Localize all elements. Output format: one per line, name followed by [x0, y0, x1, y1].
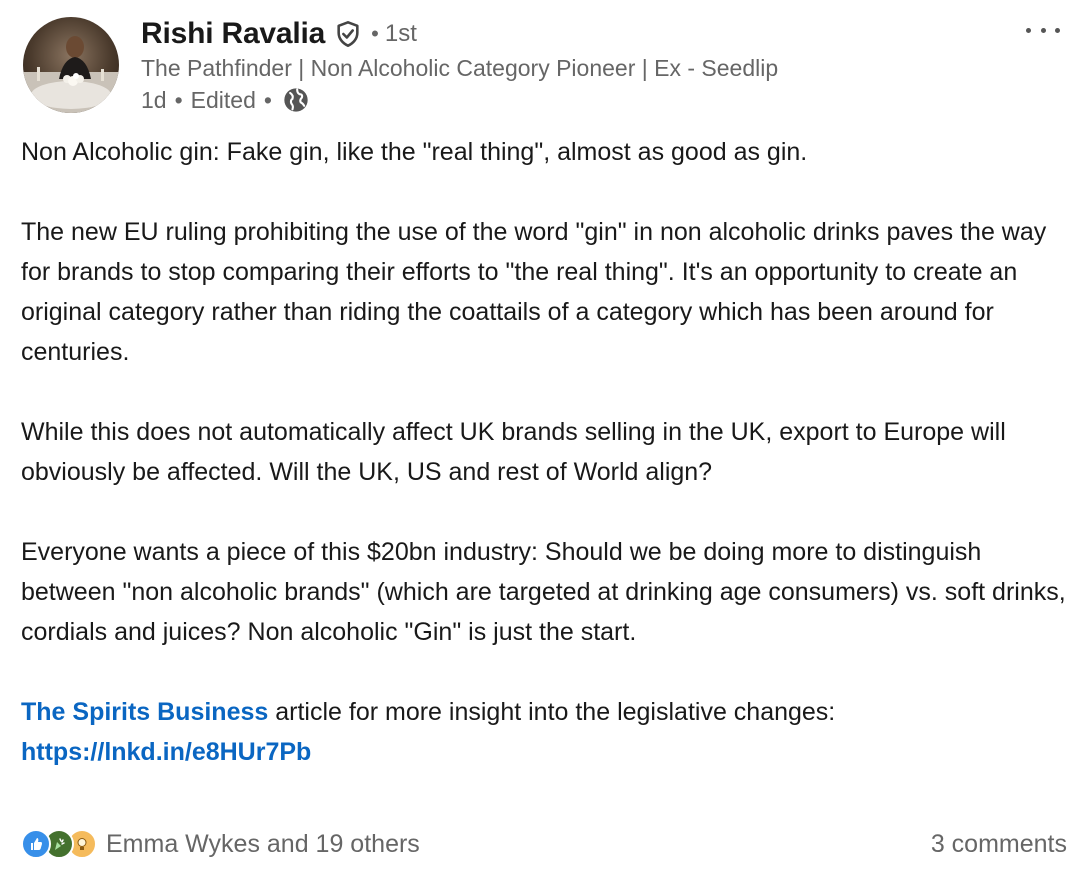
post-paragraph: Non Alcoholic gin: Fake gin, like the "r…	[21, 138, 808, 166]
verified-shield-icon	[334, 20, 362, 48]
post-body: Non Alcoholic gin: Fake gin, like the "r…	[21, 132, 1071, 772]
avatar-photo	[23, 17, 119, 113]
degree-separator: •	[371, 21, 379, 46]
post-paragraph: Everyone wants a piece of this $20bn ind…	[21, 538, 1066, 646]
connection-degree: 1st	[384, 20, 417, 47]
author-name-row: Rishi Ravalia • 1st	[141, 14, 417, 54]
author-headline: The Pathfinder | Non Alcoholic Category …	[141, 55, 779, 81]
post-paragraph: The new EU ruling prohibiting the use of…	[21, 218, 1047, 366]
post-text: article for more insight into the legisl…	[268, 698, 836, 726]
post-paragraph: While this does not automatically affect…	[21, 418, 1006, 486]
reactions-text[interactable]: Emma Wykes and 19 others	[106, 830, 420, 859]
meta-separator: •	[263, 86, 272, 113]
globe-icon	[282, 86, 310, 114]
comments-count[interactable]: 3 comments	[931, 830, 1067, 859]
spirits-business-link[interactable]: The Spirits Business	[21, 698, 268, 726]
more-horizontal-icon	[1026, 27, 1031, 33]
article-url-link[interactable]: https://lnkd.in/e8HUr7Pb	[21, 738, 311, 766]
more-horizontal-icon	[1055, 27, 1060, 33]
like-icon	[21, 829, 51, 859]
more-horizontal-icon	[1040, 27, 1046, 33]
meta-separator: •	[174, 86, 183, 113]
feed-post: Rishi Ravalia • 1st The Pathfinder | Non…	[0, 0, 1084, 872]
post-meta: 1d • Edited •	[141, 84, 310, 116]
author-name[interactable]: Rishi Ravalia	[141, 17, 325, 51]
author-avatar[interactable]	[23, 17, 119, 113]
edited-label: Edited	[190, 86, 256, 113]
reactions-summary[interactable]: Emma Wykes and 19 others	[21, 829, 420, 859]
social-counts: Emma Wykes and 19 others 3 comments	[21, 826, 1067, 862]
post-paragraph: The Spirits Business article for more in…	[21, 692, 1071, 732]
more-options-button[interactable]	[1026, 20, 1060, 40]
post-paragraph: https://lnkd.in/e8HUr7Pb	[21, 732, 1071, 772]
post-time: 1d	[141, 86, 167, 113]
